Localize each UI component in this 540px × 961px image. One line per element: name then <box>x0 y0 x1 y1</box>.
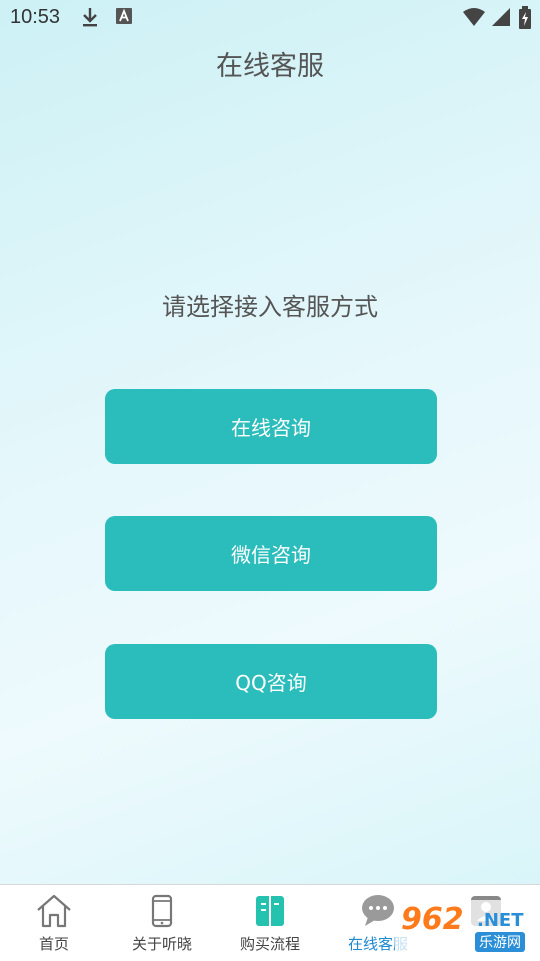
tab-about-label: 关于听晓 <box>131 935 192 953</box>
tab-purchase[interactable]: 购买流程 <box>216 885 324 961</box>
book-icon <box>250 893 290 929</box>
download-icon <box>80 6 100 32</box>
tab-purchase-label: 购买流程 <box>239 935 300 953</box>
phone-icon <box>142 893 182 929</box>
qq-consult-button[interactable]: QQ咨询 <box>105 644 437 719</box>
signal-icon <box>490 6 512 32</box>
status-time: 10:53 <box>10 6 61 28</box>
online-consult-button[interactable]: 在线咨询 <box>105 389 437 464</box>
wechat-consult-button[interactable]: 微信咨询 <box>105 516 437 591</box>
watermark-sub: 乐游网 <box>475 932 525 952</box>
tab-home[interactable]: 首页 <box>0 885 108 961</box>
tab-about[interactable]: 关于听晓 <box>108 885 216 961</box>
status-bar: 10:53 <box>0 0 540 36</box>
wifi-icon <box>462 6 486 32</box>
battery-icon <box>518 6 532 34</box>
watermark-net: .NET <box>477 910 524 931</box>
page-title: 在线客服 <box>216 51 324 82</box>
service-prompt: 请选择接入客服方式 <box>162 293 378 321</box>
home-icon <box>34 893 74 929</box>
tab-home-label: 首页 <box>38 935 69 953</box>
watermark-number: 962 <box>401 902 464 937</box>
font-icon <box>115 6 133 30</box>
chat-icon <box>358 893 398 929</box>
watermark-logo: 962 .NET 乐游网 <box>395 900 540 958</box>
